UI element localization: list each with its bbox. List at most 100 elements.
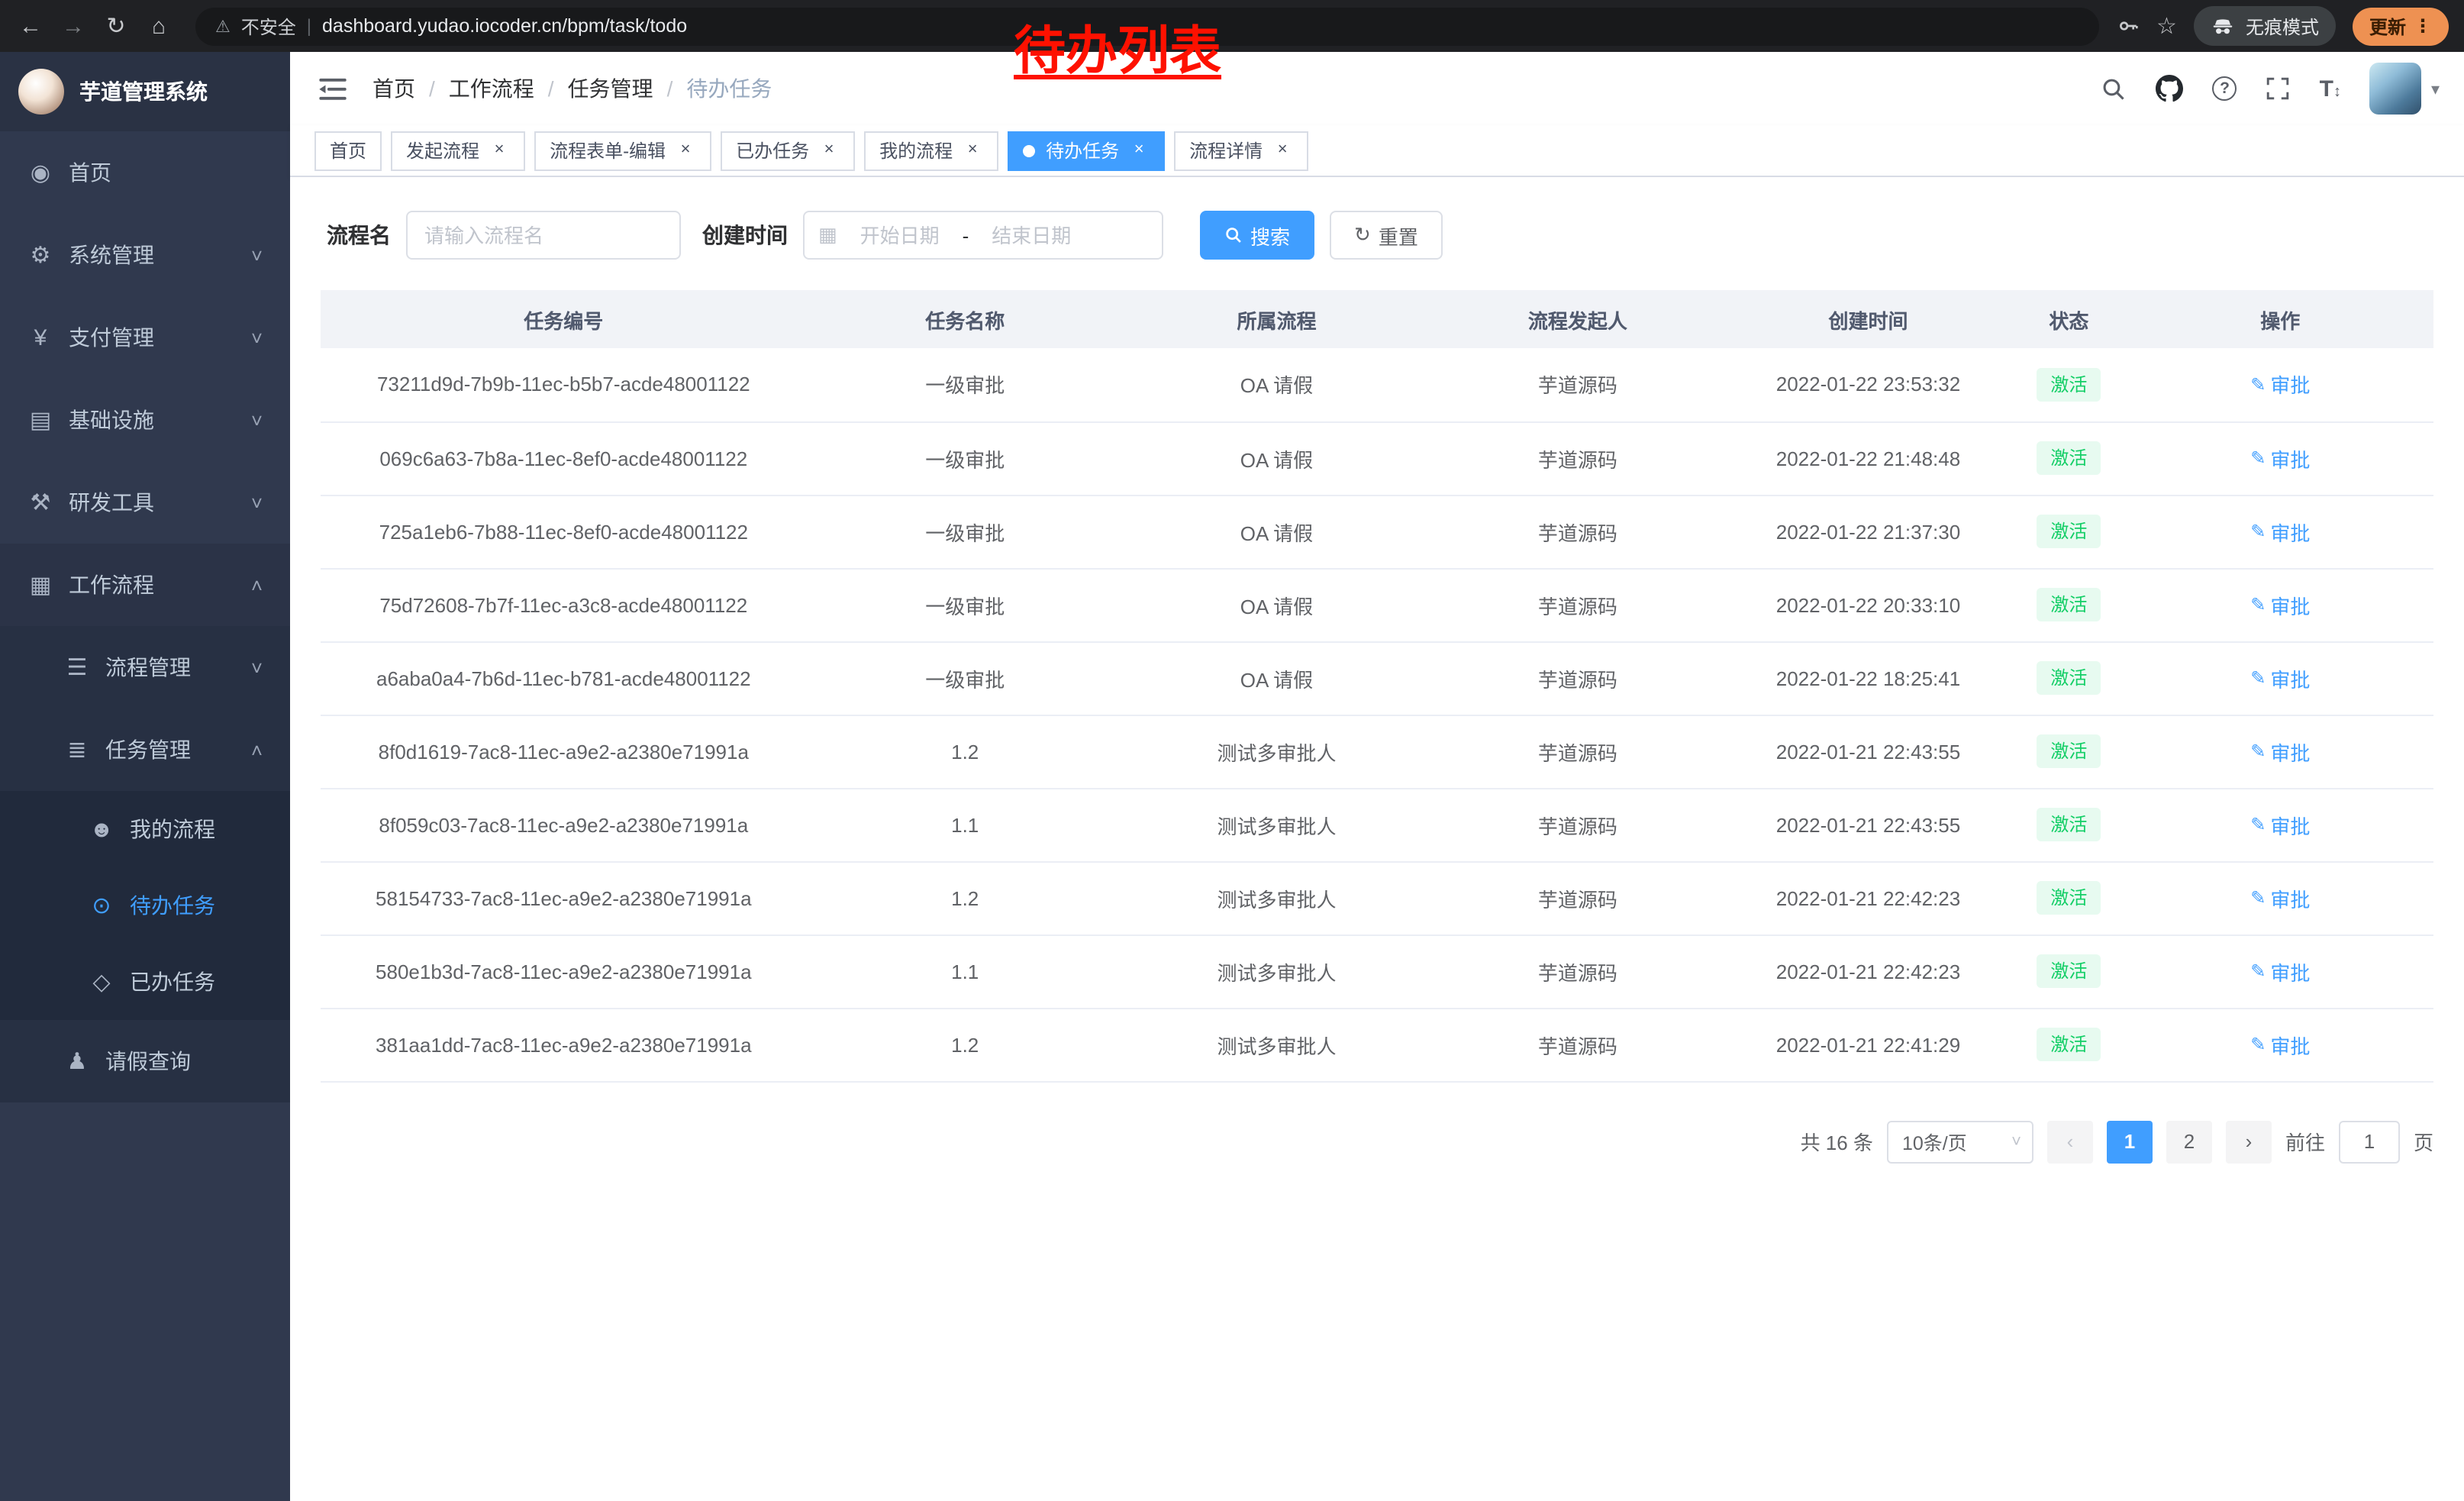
- tab-launch-process[interactable]: 发起流程 ×: [391, 131, 525, 170]
- forward-icon[interactable]: →: [53, 6, 93, 46]
- update-button[interactable]: 更新 ⋮: [2353, 7, 2449, 45]
- status-badge: 激活: [2037, 441, 2101, 475]
- password-key-icon[interactable]: [2115, 14, 2140, 38]
- prev-page-button[interactable]: ‹: [2047, 1120, 2093, 1163]
- process-name-input[interactable]: [424, 224, 663, 247]
- reset-button[interactable]: ↻ 重置: [1330, 211, 1443, 260]
- cell-create-time: 2022-01-22 23:53:32: [1726, 348, 2011, 421]
- fullscreen-icon[interactable]: [2266, 76, 2291, 101]
- breadcrumb-workflow[interactable]: 工作流程: [449, 73, 534, 104]
- page-2-button[interactable]: 2: [2166, 1120, 2212, 1163]
- cell-status: 激活: [2011, 568, 2127, 641]
- approve-link[interactable]: ✎ 审批: [2250, 517, 2310, 546]
- cell-actions: ✎ 审批: [2127, 934, 2433, 1008]
- github-icon[interactable]: [2156, 75, 2184, 102]
- tab-home[interactable]: 首页: [314, 131, 382, 170]
- sidebar-item-leave-query[interactable]: ♟ 请假查询: [0, 1020, 290, 1102]
- close-icon[interactable]: ×: [489, 140, 510, 161]
- sidebar-item-done-tasks[interactable]: ◇ 已办任务: [0, 944, 290, 1020]
- approve-link[interactable]: ✎ 审批: [2250, 883, 2310, 912]
- page-1-button[interactable]: 1: [2107, 1120, 2153, 1163]
- app-logo[interactable]: 芋道管理系统: [0, 52, 290, 131]
- sidebar-toggle-icon[interactable]: [314, 70, 351, 107]
- approve-link[interactable]: ✎ 审批: [2250, 810, 2310, 839]
- sidebar: 芋道管理系统 ◉ 首页 ⚙ 系统管理 ˅ ¥ 支付管理 ˅ ▤: [0, 52, 290, 1501]
- red-annotation-text: 待办列表: [1014, 9, 1221, 84]
- main-area: 首页 / 工作流程 / 任务管理 / 待办任务: [290, 52, 2464, 1501]
- sidebar-item-todo-tasks[interactable]: ⊙ 待办任务: [0, 867, 290, 944]
- cell-task-name: 1.2: [807, 861, 1124, 934]
- process-name-label: 流程名: [327, 220, 391, 250]
- sidebar-item-payment-manage[interactable]: ¥ 支付管理 ˅: [0, 296, 290, 379]
- end-date-input[interactable]: [975, 224, 1088, 247]
- pen-icon: ✎: [2250, 594, 2266, 615]
- cell-actions: ✎ 审批: [2127, 348, 2433, 421]
- user-menu[interactable]: ▾: [2370, 63, 2440, 115]
- cell-status: 激活: [2011, 861, 2127, 934]
- navbar-actions: ? T↕ ▾: [2101, 63, 2440, 115]
- tab-process-detail[interactable]: 流程详情 ×: [1174, 131, 1308, 170]
- page-unit-label: 页: [2414, 1127, 2433, 1156]
- table-row: 069c6a63-7b8a-11ec-8ef0-acde48001122 一级审…: [321, 421, 2433, 495]
- cell-create-time: 2022-01-22 20:33:10: [1726, 568, 2011, 641]
- sidebar-menu: ◉ 首页 ⚙ 系统管理 ˅ ¥ 支付管理 ˅ ▤ 基础设施 ˅: [0, 131, 290, 1501]
- approve-link[interactable]: ✎ 审批: [2250, 737, 2310, 766]
- search-icon[interactable]: [2101, 76, 2127, 102]
- cell-task-name: 一级审批: [807, 568, 1124, 641]
- bookmark-star-icon[interactable]: ☆: [2156, 12, 2177, 40]
- chrome-menu-kebab-icon[interactable]: ⋮: [2414, 15, 2432, 37]
- cell-create-time: 2022-01-21 22:43:55: [1726, 715, 2011, 788]
- cell-process: 测试多审批人: [1124, 1008, 1430, 1081]
- home-icon[interactable]: ⌂: [139, 6, 179, 46]
- page-size-value: 10条/页: [1902, 1127, 1967, 1156]
- tab-todo-tasks[interactable]: 待办任务 ×: [1008, 131, 1165, 170]
- start-date-input[interactable]: [843, 224, 956, 247]
- create-time-range-picker[interactable]: ▦ -: [803, 211, 1163, 260]
- create-time-label: 创建时间: [702, 220, 788, 250]
- help-icon[interactable]: ?: [2213, 76, 2237, 101]
- breadcrumb-home[interactable]: 首页: [373, 73, 415, 104]
- app-title: 芋道管理系统: [79, 76, 208, 107]
- sidebar-item-workflow[interactable]: ▦ 工作流程 ˄: [0, 544, 290, 626]
- range-separator: -: [963, 224, 969, 247]
- cell-actions: ✎ 审批: [2127, 568, 2433, 641]
- chevron-down-icon: ˅: [251, 326, 263, 349]
- approve-link[interactable]: ✎ 审批: [2250, 590, 2310, 619]
- sidebar-item-task-manage[interactable]: ≣ 任务管理 ˄: [0, 709, 290, 791]
- tab-done-tasks[interactable]: 已办任务 ×: [721, 131, 855, 170]
- font-size-icon[interactable]: T↕: [2320, 76, 2341, 102]
- tab-label: 已办任务: [736, 137, 809, 163]
- tab-my-process[interactable]: 我的流程 ×: [864, 131, 998, 170]
- search-button[interactable]: 搜索: [1200, 211, 1314, 260]
- sidebar-item-my-process[interactable]: ☻ 我的流程: [0, 791, 290, 867]
- sidebar-item-system-manage[interactable]: ⚙ 系统管理 ˅: [0, 214, 290, 296]
- close-icon[interactable]: ×: [818, 140, 840, 161]
- sidebar-item-process-manage[interactable]: ☰ 流程管理 ˅: [0, 626, 290, 709]
- tab-process-form-edit[interactable]: 流程表单-编辑 ×: [534, 131, 711, 170]
- pen-icon: ✎: [2250, 521, 2266, 542]
- approve-link[interactable]: ✎ 审批: [2250, 957, 2310, 986]
- next-page-button[interactable]: ›: [2226, 1120, 2272, 1163]
- approve-link[interactable]: ✎ 审批: [2250, 1030, 2310, 1059]
- sidebar-item-infrastructure[interactable]: ▤ 基础设施 ˅: [0, 379, 290, 461]
- close-icon[interactable]: ×: [962, 140, 983, 161]
- cell-starter: 芋道源码: [1430, 641, 1726, 715]
- close-icon[interactable]: ×: [1272, 140, 1293, 161]
- pen-icon: ✎: [2250, 741, 2266, 762]
- back-icon[interactable]: ←: [11, 6, 50, 46]
- breadcrumb-task-manage[interactable]: 任务管理: [568, 73, 653, 104]
- approve-link[interactable]: ✎ 审批: [2250, 444, 2310, 473]
- reload-icon[interactable]: ↻: [96, 6, 136, 46]
- column-status: 状态: [2011, 290, 2127, 348]
- cell-task-id: 75d72608-7b7f-11ec-a3c8-acde48001122: [321, 568, 807, 641]
- goto-page-input[interactable]: [2339, 1120, 2400, 1163]
- chevron-up-icon: ˄: [251, 573, 263, 596]
- approve-link[interactable]: ✎ 审批: [2250, 370, 2310, 399]
- cell-status: 激活: [2011, 934, 2127, 1008]
- sidebar-item-dev-tools[interactable]: ⚒ 研发工具 ˅: [0, 461, 290, 544]
- approve-link[interactable]: ✎ 审批: [2250, 663, 2310, 692]
- close-icon[interactable]: ×: [675, 140, 696, 161]
- page-size-select[interactable]: 10条/页 ˅: [1887, 1120, 2033, 1163]
- sidebar-item-home[interactable]: ◉ 首页: [0, 131, 290, 214]
- close-icon[interactable]: ×: [1128, 140, 1150, 161]
